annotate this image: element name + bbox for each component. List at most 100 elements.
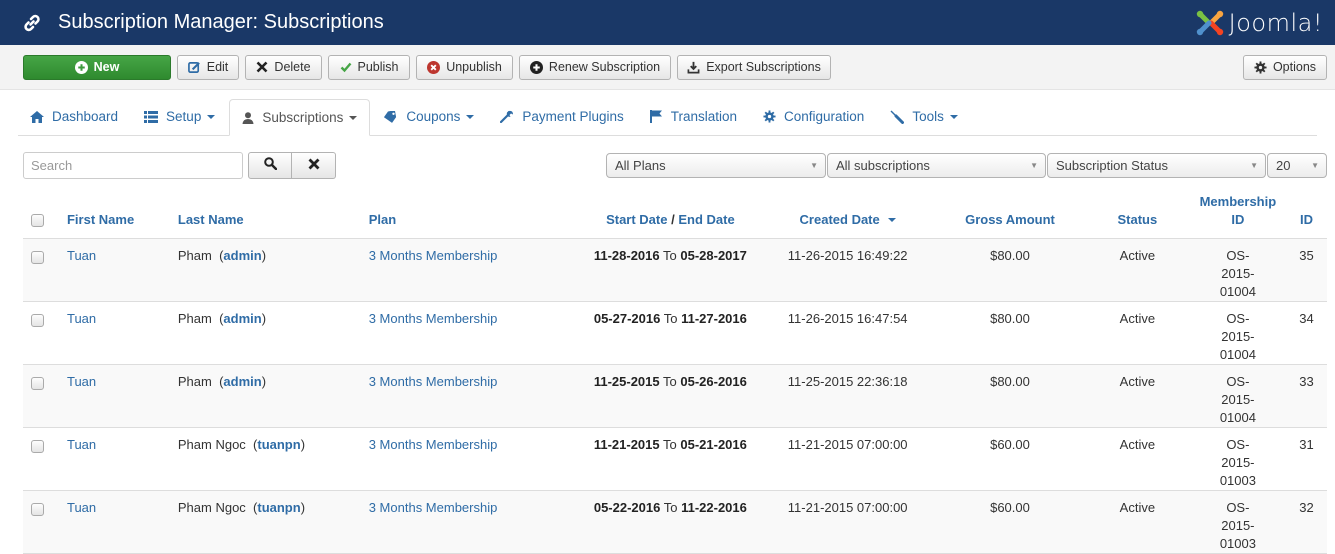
search-input[interactable] <box>23 151 243 179</box>
first-name-link[interactable]: Tuan <box>67 248 96 263</box>
row-checkbox[interactable] <box>31 250 44 264</box>
link-icon <box>24 14 40 31</box>
col-id[interactable]: ID <box>1285 188 1327 239</box>
gross-amount-cell: $60.00 <box>935 490 1085 554</box>
joomla-logo: Joomla! <box>1195 8 1323 38</box>
plan-cell: 3 Months Membership <box>360 364 581 428</box>
plan-link[interactable]: 3 Months Membership <box>369 248 498 263</box>
plan-cell: 3 Months Membership <box>360 490 581 554</box>
plan-filter-select[interactable]: All Plans ▼ <box>606 152 826 178</box>
plan-link[interactable]: 3 Months Membership <box>369 374 498 389</box>
options-button[interactable]: Options <box>1243 54 1327 80</box>
page-title: Subscription Manager: Subscriptions <box>58 11 384 33</box>
membership-id-cell: OS-2015-01003 <box>1189 427 1286 491</box>
sort-end-date[interactable]: End Date <box>678 212 734 227</box>
edit-button[interactable]: Edit <box>177 54 239 80</box>
row-checkbox[interactable] <box>31 313 44 327</box>
list-limit-select[interactable]: 20 ▼ <box>1267 152 1327 178</box>
end-date: 11-22-2016 <box>681 499 747 515</box>
select-all-checkbox[interactable] <box>31 213 44 227</box>
publish-button[interactable]: Publish <box>328 54 410 80</box>
app-header: Subscription Manager: Subscriptions Joom… <box>0 0 1335 45</box>
chevron-down-icon: ▼ <box>810 160 818 170</box>
tab-translation[interactable]: Translation <box>638 98 749 135</box>
x-circle-icon <box>427 60 441 74</box>
list-icon <box>144 110 159 123</box>
last-name-cell: Pham (admin) <box>169 238 361 302</box>
chevron-down-icon: ▼ <box>1030 160 1038 170</box>
col-status[interactable]: Status <box>1084 188 1190 239</box>
subscription-status-select[interactable]: Subscription Status ▼ <box>1047 152 1266 178</box>
tab-tools[interactable]: Tools <box>878 98 970 135</box>
col-first-name[interactable]: First Name <box>58 188 170 239</box>
clear-search-button[interactable] <box>292 151 336 179</box>
tab-payment-plugins[interactable]: Payment Plugins <box>488 98 635 135</box>
date-joiner: To <box>663 436 677 452</box>
tab-configuration[interactable]: Configuration <box>751 98 876 135</box>
status-cell: Active <box>1084 364 1190 428</box>
renew-subscription-button[interactable]: Renew Subscription <box>519 54 671 80</box>
gross-amount-cell: $60.00 <box>935 427 1085 491</box>
last-name-cell: Pham Ngoc (tuanpn) <box>169 427 361 491</box>
tab-setup[interactable]: Setup <box>132 98 227 135</box>
row-checkbox[interactable] <box>31 502 44 516</box>
sort-start-date[interactable]: Start Date <box>606 212 667 227</box>
first-name-cell: Tuan <box>58 301 170 365</box>
username-link[interactable]: tuanpn <box>257 437 300 452</box>
date-range-cell: 05-27-2016 To 11-27-2016 <box>580 301 761 365</box>
date-joiner: To <box>663 499 678 515</box>
sort-desc-icon <box>887 218 896 223</box>
col-membership-id[interactable]: Membership ID <box>1189 188 1286 239</box>
unpublish-button[interactable]: Unpublish <box>416 54 513 80</box>
first-name-link[interactable]: Tuan <box>67 311 96 326</box>
username-link[interactable]: admin <box>223 248 261 263</box>
col-created-date[interactable]: Created Date <box>760 188 936 239</box>
col-gross-amount[interactable]: Gross Amount <box>935 188 1085 239</box>
tab-coupons-label: Coupons <box>406 109 461 124</box>
subscriptions-table: First Name Last Name Plan Start Date / E… <box>23 188 1327 554</box>
close-icon <box>308 158 320 173</box>
id-cell: 35 <box>1285 238 1327 302</box>
col-last-name[interactable]: Last Name <box>169 188 361 239</box>
plus-circle-icon <box>529 60 543 74</box>
caret-down-icon <box>466 114 475 119</box>
last-name-cell: Pham Ngoc (tuanpn) <box>169 490 361 554</box>
id-cell: 31 <box>1285 427 1327 491</box>
export-subscriptions-button[interactable]: Export Subscriptions <box>677 54 831 80</box>
last-name: Pham <box>177 247 212 263</box>
last-name: Pham <box>177 310 212 326</box>
created-date-cell: 11-26-2015 16:49:22 <box>760 238 936 302</box>
first-name-link[interactable]: Tuan <box>67 374 96 389</box>
created-date-cell: 11-25-2015 22:36:18 <box>760 364 936 428</box>
tab-subscriptions[interactable]: Subscriptions <box>229 99 371 136</box>
new-button[interactable]: New <box>23 54 171 80</box>
created-date-cell: 11-21-2015 07:00:00 <box>760 427 936 491</box>
date-range-cell: 11-25-2015 To 05-26-2016 <box>580 364 761 428</box>
username-link[interactable]: tuanpn <box>257 500 300 515</box>
tab-subscriptions-label: Subscriptions <box>262 110 344 125</box>
col-plan[interactable]: Plan <box>360 188 581 239</box>
delete-button[interactable]: Delete <box>245 54 322 80</box>
plan-link[interactable]: 3 Months Membership <box>369 311 498 326</box>
home-icon <box>30 110 44 123</box>
tab-coupons[interactable]: Coupons <box>372 98 486 135</box>
tab-dashboard[interactable]: Dashboard <box>18 98 130 135</box>
search-button[interactable] <box>248 151 292 179</box>
edit-button-label: Edit <box>206 60 229 74</box>
row-checkbox[interactable] <box>31 439 44 453</box>
username-link[interactable]: admin <box>223 374 261 389</box>
delete-button-label: Delete <box>274 60 311 74</box>
edit-icon <box>187 61 201 74</box>
new-button-label: New <box>93 60 120 74</box>
row-checkbox[interactable] <box>31 376 44 390</box>
first-name-link[interactable]: Tuan <box>67 500 96 515</box>
subscription-type-select[interactable]: All subscriptions ▼ <box>827 152 1046 178</box>
caret-down-icon <box>349 115 358 120</box>
tab-translation-label: Translation <box>670 109 738 124</box>
plan-link[interactable]: 3 Months Membership <box>369 437 498 452</box>
username-link[interactable]: admin <box>223 311 261 326</box>
first-name-link[interactable]: Tuan <box>67 437 96 452</box>
table-row: Tuan Pham (admin) 3 Months Membership 11… <box>23 364 1327 428</box>
table-row: Tuan Pham (admin) 3 Months Membership 05… <box>23 301 1327 365</box>
plan-link[interactable]: 3 Months Membership <box>369 500 498 515</box>
